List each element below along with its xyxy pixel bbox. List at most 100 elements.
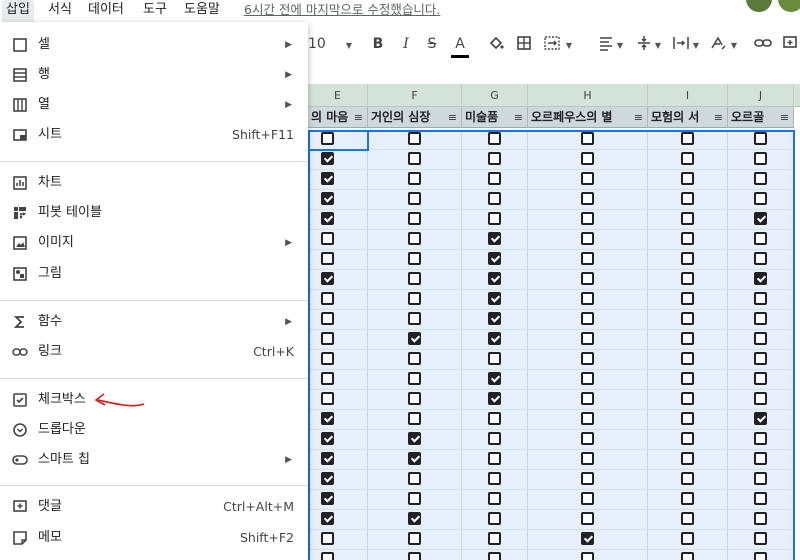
checkbox-cell[interactable] — [462, 510, 528, 530]
checkbox-cell[interactable] — [462, 430, 528, 450]
checkbox-cell[interactable] — [308, 250, 368, 270]
checkbox-cell[interactable] — [648, 290, 728, 310]
checkbox-cell[interactable] — [728, 270, 794, 290]
checkbox-checked[interactable] — [321, 152, 334, 165]
checkbox-cell[interactable] — [648, 190, 728, 210]
checkbox-cell[interactable] — [462, 290, 528, 310]
checkbox-unchecked[interactable] — [681, 332, 694, 345]
checkbox-cell[interactable] — [462, 410, 528, 430]
avatar[interactable] — [746, 0, 772, 12]
horizontal-align-icon[interactable] — [596, 32, 616, 56]
checkbox-cell[interactable] — [528, 510, 648, 530]
checkbox-cell[interactable] — [728, 170, 794, 190]
menu-help[interactable]: 도움말 — [180, 0, 224, 22]
checkbox-cell[interactable] — [728, 230, 794, 250]
checkbox-unchecked[interactable] — [408, 472, 421, 485]
checkbox-checked[interactable] — [321, 212, 334, 225]
checkbox-unchecked[interactable] — [754, 372, 767, 385]
checkbox-checked[interactable] — [488, 392, 501, 405]
menu-item-checkbox[interactable]: 체크박스 — [0, 385, 308, 415]
checkbox-unchecked[interactable] — [581, 432, 594, 445]
checkbox-unchecked[interactable] — [408, 272, 421, 285]
checkbox-checked[interactable] — [754, 212, 767, 225]
checkbox-cell[interactable] — [528, 330, 648, 350]
text-wrap-dropdown-icon[interactable]: ▼ — [690, 32, 702, 56]
checkbox-cell[interactable] — [728, 210, 794, 230]
header-cell[interactable]: 오르골 ≡ — [728, 107, 794, 128]
checkbox-unchecked[interactable] — [581, 252, 594, 265]
checkbox-checked[interactable] — [321, 512, 334, 525]
checkbox-cell[interactable] — [368, 450, 462, 470]
checkbox-unchecked[interactable] — [754, 552, 767, 560]
checkbox-unchecked[interactable] — [681, 292, 694, 305]
checkbox-unchecked[interactable] — [754, 532, 767, 545]
checkbox-unchecked[interactable] — [408, 492, 421, 505]
checkbox-cell[interactable] — [728, 490, 794, 510]
checkbox-checked[interactable] — [754, 272, 767, 285]
checkbox-cell[interactable] — [528, 210, 648, 230]
checkbox-unchecked[interactable] — [581, 552, 594, 560]
checkbox-cell[interactable] — [308, 490, 368, 510]
font-size-dropdown-icon[interactable]: ▼ — [342, 32, 356, 56]
checkbox-cell[interactable] — [728, 370, 794, 390]
checkbox-cell[interactable] — [462, 230, 528, 250]
checkbox-checked[interactable] — [488, 312, 501, 325]
column-header-e[interactable]: E — [308, 84, 368, 107]
checkbox-cell[interactable] — [308, 150, 368, 170]
checkbox-cell[interactable] — [648, 270, 728, 290]
fill-color-icon[interactable] — [486, 32, 506, 56]
checkbox-checked[interactable] — [488, 272, 501, 285]
checkbox-checked[interactable] — [408, 512, 421, 525]
checkbox-unchecked[interactable] — [681, 472, 694, 485]
checkbox-unchecked[interactable] — [488, 452, 501, 465]
checkbox-cell[interactable] — [648, 510, 728, 530]
checkbox-cell[interactable] — [462, 130, 528, 150]
checkbox-unchecked[interactable] — [581, 392, 594, 405]
checkbox-unchecked[interactable] — [408, 132, 421, 145]
vertical-align-dropdown-icon[interactable]: ▼ — [652, 32, 664, 56]
checkbox-unchecked[interactable] — [488, 172, 501, 185]
checkbox-cell[interactable] — [462, 370, 528, 390]
checkbox-unchecked[interactable] — [681, 432, 694, 445]
checkbox-unchecked[interactable] — [754, 452, 767, 465]
checkbox-cell[interactable] — [728, 190, 794, 210]
checkbox-unchecked[interactable] — [581, 132, 594, 145]
checkbox-unchecked[interactable] — [408, 312, 421, 325]
checkbox-cell[interactable] — [462, 530, 528, 550]
menu-item-link[interactable]: 링크 Ctrl+K — [0, 337, 308, 367]
checkbox-unchecked[interactable] — [581, 272, 594, 285]
checkbox-cell[interactable] — [528, 170, 648, 190]
checkbox-checked[interactable] — [321, 452, 334, 465]
checkbox-cell[interactable] — [462, 550, 528, 560]
checkbox-unchecked[interactable] — [754, 132, 767, 145]
checkbox-cell[interactable] — [462, 270, 528, 290]
checkbox-cell[interactable] — [368, 270, 462, 290]
checkbox-unchecked[interactable] — [681, 412, 694, 425]
checkbox-cell[interactable] — [308, 410, 368, 430]
column-header-f[interactable]: F — [368, 84, 462, 107]
checkbox-cell[interactable] — [528, 490, 648, 510]
checkbox-cell[interactable] — [728, 450, 794, 470]
checkbox-unchecked[interactable] — [488, 412, 501, 425]
checkbox-unchecked[interactable] — [408, 372, 421, 385]
filter-icon[interactable]: ≡ — [780, 107, 789, 127]
header-cell[interactable]: 모험의 서 ≡ — [648, 107, 728, 128]
filter-icon[interactable]: ≡ — [354, 107, 363, 127]
italic-icon[interactable]: I — [396, 32, 416, 56]
checkbox-cell[interactable] — [462, 170, 528, 190]
checkbox-checked[interactable] — [581, 532, 594, 545]
menu-item-sheet[interactable]: 시트 Shift+F11 — [0, 120, 308, 150]
checkbox-cell[interactable] — [308, 270, 368, 290]
checkbox-unchecked[interactable] — [681, 512, 694, 525]
checkbox-unchecked[interactable] — [754, 332, 767, 345]
checkbox-cell[interactable] — [728, 250, 794, 270]
checkbox-cell[interactable] — [308, 470, 368, 490]
checkbox-cell[interactable] — [462, 190, 528, 210]
checkbox-cell[interactable] — [648, 350, 728, 370]
checkbox-cell[interactable] — [368, 530, 462, 550]
checkbox-unchecked[interactable] — [754, 472, 767, 485]
checkbox-unchecked[interactable] — [754, 512, 767, 525]
checkbox-unchecked[interactable] — [488, 132, 501, 145]
checkbox-cell[interactable] — [728, 290, 794, 310]
checkbox-cell[interactable] — [728, 130, 794, 150]
